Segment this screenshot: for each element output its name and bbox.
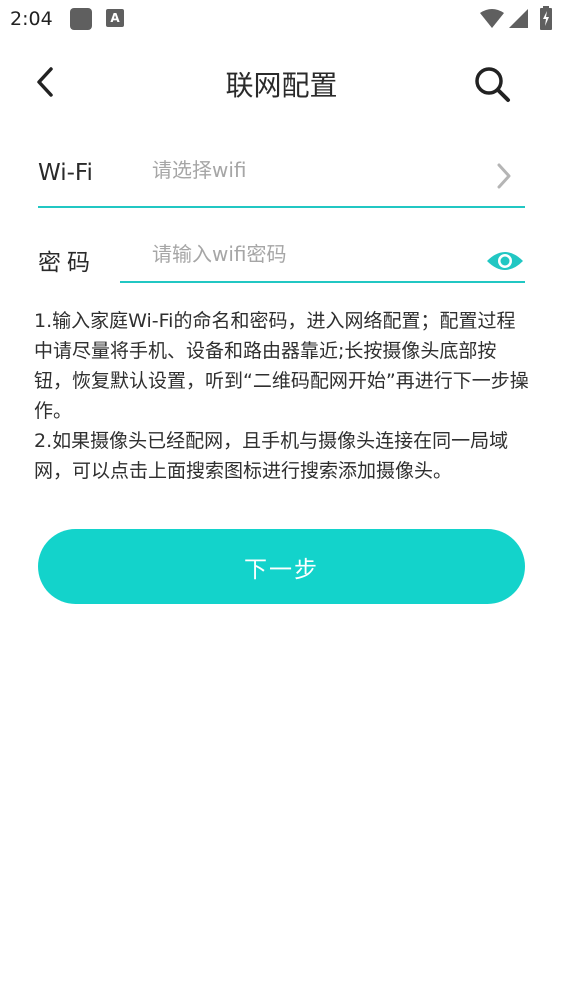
instruction-step-2: 2.如果摄像头已经配网，且手机与摄像头连接在同一局域网，可以点击上面搜索图标进行… [34, 430, 509, 482]
battery-charging-icon [540, 6, 552, 30]
wifi-select-button[interactable] [494, 162, 514, 194]
status-time: 2:04 [10, 8, 53, 30]
wifi-ssid-input[interactable] [152, 156, 472, 184]
eye-icon [487, 252, 523, 270]
password-input[interactable] [152, 240, 472, 268]
wifi-label: Wi-Fi [38, 160, 93, 186]
next-step-button[interactable]: 下一步 [38, 529, 525, 604]
search-button[interactable] [470, 62, 514, 106]
app-header: 联网配置 [0, 50, 563, 114]
instructions-text: 1.输入家庭Wi-Fi的命名和密码，进入网络配置；配置过程中请尽量将手机、设备和… [34, 306, 534, 486]
search-icon [475, 67, 510, 102]
wifi-icon [480, 9, 504, 28]
password-label: 密码 [38, 250, 96, 276]
password-field-underline [120, 281, 525, 283]
instruction-step-1: 1.输入家庭Wi-Fi的命名和密码，进入网络配置；配置过程中请尽量将手机、设备和… [34, 310, 529, 422]
chevron-right-icon [497, 163, 511, 189]
wifi-field-underline [38, 206, 525, 208]
signal-icon [509, 9, 528, 28]
status-bar: 2:04 A [0, 0, 563, 40]
network-config-screen: 2:04 A 联网配置 Wi-Fi 请选择wifi 密码 1.输入家庭Wi-Fi… [0, 0, 563, 1002]
accessibility-a-icon: A [106, 9, 124, 27]
app-notification-icon [70, 8, 92, 30]
toggle-password-visibility-button[interactable] [486, 248, 524, 278]
